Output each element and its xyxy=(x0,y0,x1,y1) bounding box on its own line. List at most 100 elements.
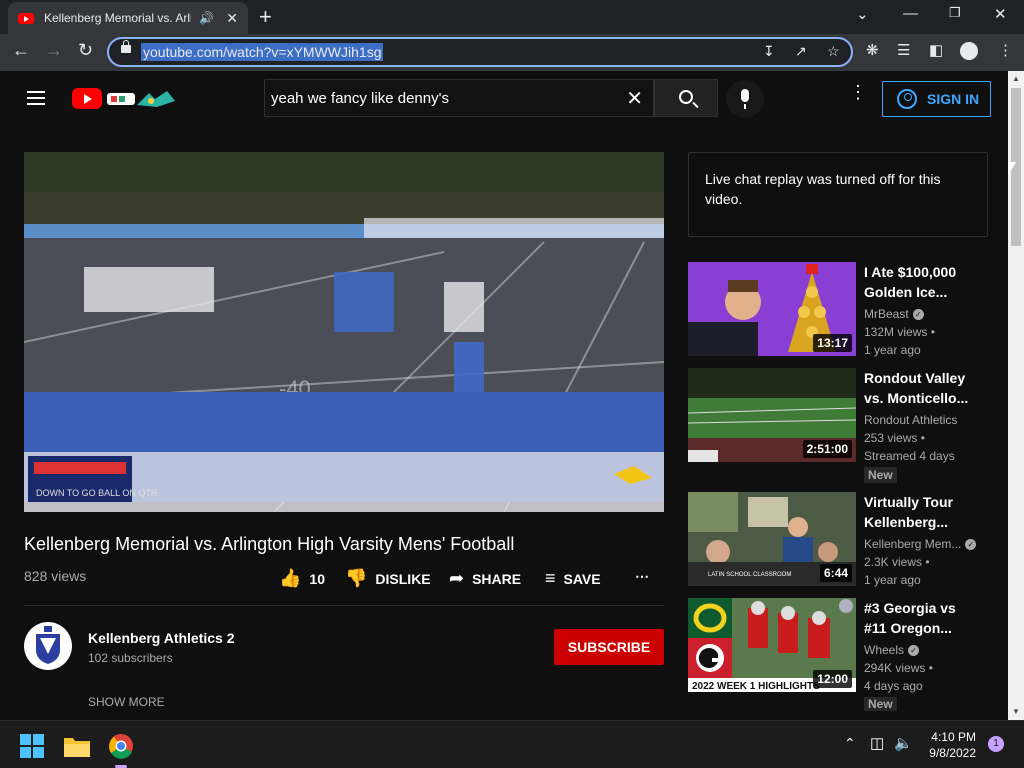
share-button[interactable]: ➦ SHARE xyxy=(449,568,521,589)
divider xyxy=(24,605,664,606)
search-button[interactable] xyxy=(654,79,718,117)
channel-crest-logo xyxy=(25,623,71,669)
file-explorer-icon[interactable] xyxy=(64,735,90,757)
new-tab-icon[interactable]: + xyxy=(259,4,272,30)
thumbs-up-icon: 👍 xyxy=(279,568,302,588)
sign-in-button[interactable]: SIGN IN xyxy=(882,81,991,117)
scroll-down-arrow-icon[interactable]: ▼ xyxy=(1012,707,1020,716)
recommended-video[interactable]: LATIN SCHOOL CLASSROOM 6:44 Virtually To… xyxy=(688,492,998,587)
channel-name[interactable]: Kellenberg Mem... ✓ xyxy=(864,537,977,551)
more-actions-icon[interactable]: ⋯ xyxy=(635,568,649,585)
clock-date: 9/8/2022 xyxy=(929,746,976,760)
minimize-icon[interactable]: — xyxy=(903,5,918,22)
video-player[interactable]: -40 DOWN TO GO BALL ON QTR xyxy=(24,152,664,512)
share-arrow-icon: ➦ xyxy=(449,568,465,588)
notification-count-badge[interactable]: 1 xyxy=(988,736,1004,752)
recommended-video[interactable]: 2:51:00 Rondout Valley vs. Monticello...… xyxy=(688,368,998,483)
taskbar-clock[interactable]: 4:10 PM 9/8/2022 xyxy=(920,729,976,761)
thumbnail-caption: 2022 WEEK 1 HIGHLIGHTS xyxy=(692,681,820,692)
browser-tab[interactable]: Kellenberg Memorial vs. Arlington High V… xyxy=(8,2,248,34)
like-button[interactable]: 👍 10 xyxy=(279,568,325,589)
new-badge: New xyxy=(864,697,897,711)
reload-icon[interactable]: ↻ xyxy=(78,40,93,61)
channel-name[interactable]: Kellenberg Athletics 2 xyxy=(88,630,235,646)
video-title[interactable]: Rondout Valley vs. Monticello... xyxy=(864,368,974,408)
channel-name-text: Wheels xyxy=(864,643,905,657)
video-title[interactable]: Virtually Tour Kellenberg... xyxy=(864,492,974,532)
menu-hamburger-icon[interactable] xyxy=(27,91,45,105)
mouse-pointer-icon xyxy=(1008,162,1016,176)
show-more-button[interactable]: SHOW MORE xyxy=(88,695,165,709)
lock-icon[interactable] xyxy=(121,40,131,53)
speaker-icon[interactable]: 🔊 xyxy=(199,11,214,25)
browser-toolbar: ← → ↻ youtube.com/watch?v=xYMWWJih1sg ↧ … xyxy=(0,34,1024,71)
view-count: 132M views • xyxy=(864,325,935,339)
windows-start-icon[interactable] xyxy=(20,734,44,758)
video-thumbnail[interactable]: 2:51:00 xyxy=(688,368,856,462)
video-thumbnail[interactable]: 2022 WEEK 1 HIGHLIGHTS 12:00 xyxy=(688,598,856,692)
profile-avatar-icon[interactable] xyxy=(960,42,978,60)
view-count: 828 views xyxy=(24,568,87,584)
chrome-menu-icon[interactable]: ⋮ xyxy=(998,41,1013,59)
close-tab-icon[interactable]: ✕ xyxy=(226,10,238,27)
youtube-doodle-logo[interactable] xyxy=(105,87,177,111)
account-circle-icon xyxy=(897,89,917,109)
video-title[interactable]: #3 Georgia vs #11 Oregon... xyxy=(864,598,974,638)
save-button[interactable]: ≡ SAVE xyxy=(545,568,601,589)
new-badge: New xyxy=(864,467,897,483)
media-control-icon[interactable]: ☰ xyxy=(897,41,910,59)
network-icon[interactable]: ◫ xyxy=(870,734,884,752)
subscriber-count: 102 subscribers xyxy=(88,651,173,665)
video-thumbnail[interactable]: LATIN SCHOOL CLASSROOM 6:44 xyxy=(688,492,856,586)
thumbs-down-icon: 👎 xyxy=(345,568,368,588)
video-title[interactable]: I Ate $100,000 Golden Ice... xyxy=(864,262,974,302)
back-arrow-icon[interactable]: ← xyxy=(12,40,30,61)
channel-name[interactable]: Wheels ✓ xyxy=(864,643,920,657)
share-page-icon[interactable]: ↗ xyxy=(795,43,807,60)
video-duration: 6:44 xyxy=(819,564,852,582)
volume-icon[interactable]: 🔈 xyxy=(894,734,913,752)
extensions-puzzle-icon[interactable]: ❋ xyxy=(866,41,879,59)
close-window-icon[interactable]: ✕ xyxy=(994,5,1007,23)
forward-arrow-icon[interactable]: → xyxy=(45,40,63,61)
view-count: 253 views • xyxy=(864,431,925,445)
video-thumbnail[interactable]: 13:17 xyxy=(688,262,856,356)
voice-search-button[interactable] xyxy=(726,80,764,118)
view-count-text: 132M views xyxy=(864,325,928,339)
recommended-video[interactable]: 13:17 I Ate $100,000 Golden Ice... MrBea… xyxy=(688,262,998,357)
address-bar[interactable]: youtube.com/watch?v=xYMWWJih1sg ↧ ↗ ☆ xyxy=(107,37,853,67)
youtube-logo[interactable] xyxy=(72,88,102,109)
video-frame: -40 DOWN TO GO BALL ON QTR xyxy=(24,152,664,512)
bookmark-star-icon[interactable]: ☆ xyxy=(827,43,840,60)
scroll-up-arrow-icon[interactable]: ▲ xyxy=(1012,74,1020,83)
channel-avatar[interactable] xyxy=(24,622,72,670)
tab-title: Kellenberg Memorial vs. Arlington High V… xyxy=(44,11,192,25)
svg-text:DOWN TO GO BALL ON QTR: DOWN TO GO BALL ON QTR xyxy=(36,488,158,498)
microphone-icon xyxy=(741,89,749,109)
recommended-video[interactable]: 2022 WEEK 1 HIGHLIGHTS 12:00 #3 Georgia … xyxy=(688,598,998,711)
chrome-icon[interactable] xyxy=(108,733,134,759)
subscribe-button[interactable]: SUBSCRIBE xyxy=(554,629,664,665)
url-text[interactable]: youtube.com/watch?v=xYMWWJih1sg xyxy=(141,43,384,61)
view-count: 2.3K views • xyxy=(864,555,930,569)
like-count: 10 xyxy=(309,570,325,587)
settings-more-icon[interactable]: ⋮ xyxy=(849,83,867,101)
restore-icon[interactable]: ❐ xyxy=(949,5,961,21)
side-panel-icon[interactable]: ◧ xyxy=(929,41,943,59)
search-input[interactable]: yeah we fancy like denny's ✕ xyxy=(264,79,654,117)
show-hidden-icons-chevron-icon[interactable]: ⌃ xyxy=(844,735,856,752)
install-app-icon[interactable]: ↧ xyxy=(763,43,775,60)
search-query-text[interactable]: yeah we fancy like denny's xyxy=(271,90,449,107)
chat-replay-message: Live chat replay was turned off for this… xyxy=(705,171,941,207)
tab-search-chevron-icon[interactable]: ⌄ xyxy=(856,5,869,23)
add-to-playlist-icon: ≡ xyxy=(545,568,556,588)
verified-check-icon: ✓ xyxy=(912,309,924,321)
upload-age: Streamed 4 days xyxy=(864,449,955,463)
dislike-button[interactable]: 👎 DISLIKE xyxy=(345,568,431,589)
upload-age: 1 year ago xyxy=(864,573,921,587)
youtube-favicon-icon xyxy=(18,12,34,24)
channel-name[interactable]: Rondout Athletics xyxy=(864,413,957,427)
clear-search-icon[interactable]: ✕ xyxy=(626,86,643,111)
video-duration: 12:00 xyxy=(813,670,852,688)
channel-name[interactable]: MrBeast ✓ xyxy=(864,307,924,321)
